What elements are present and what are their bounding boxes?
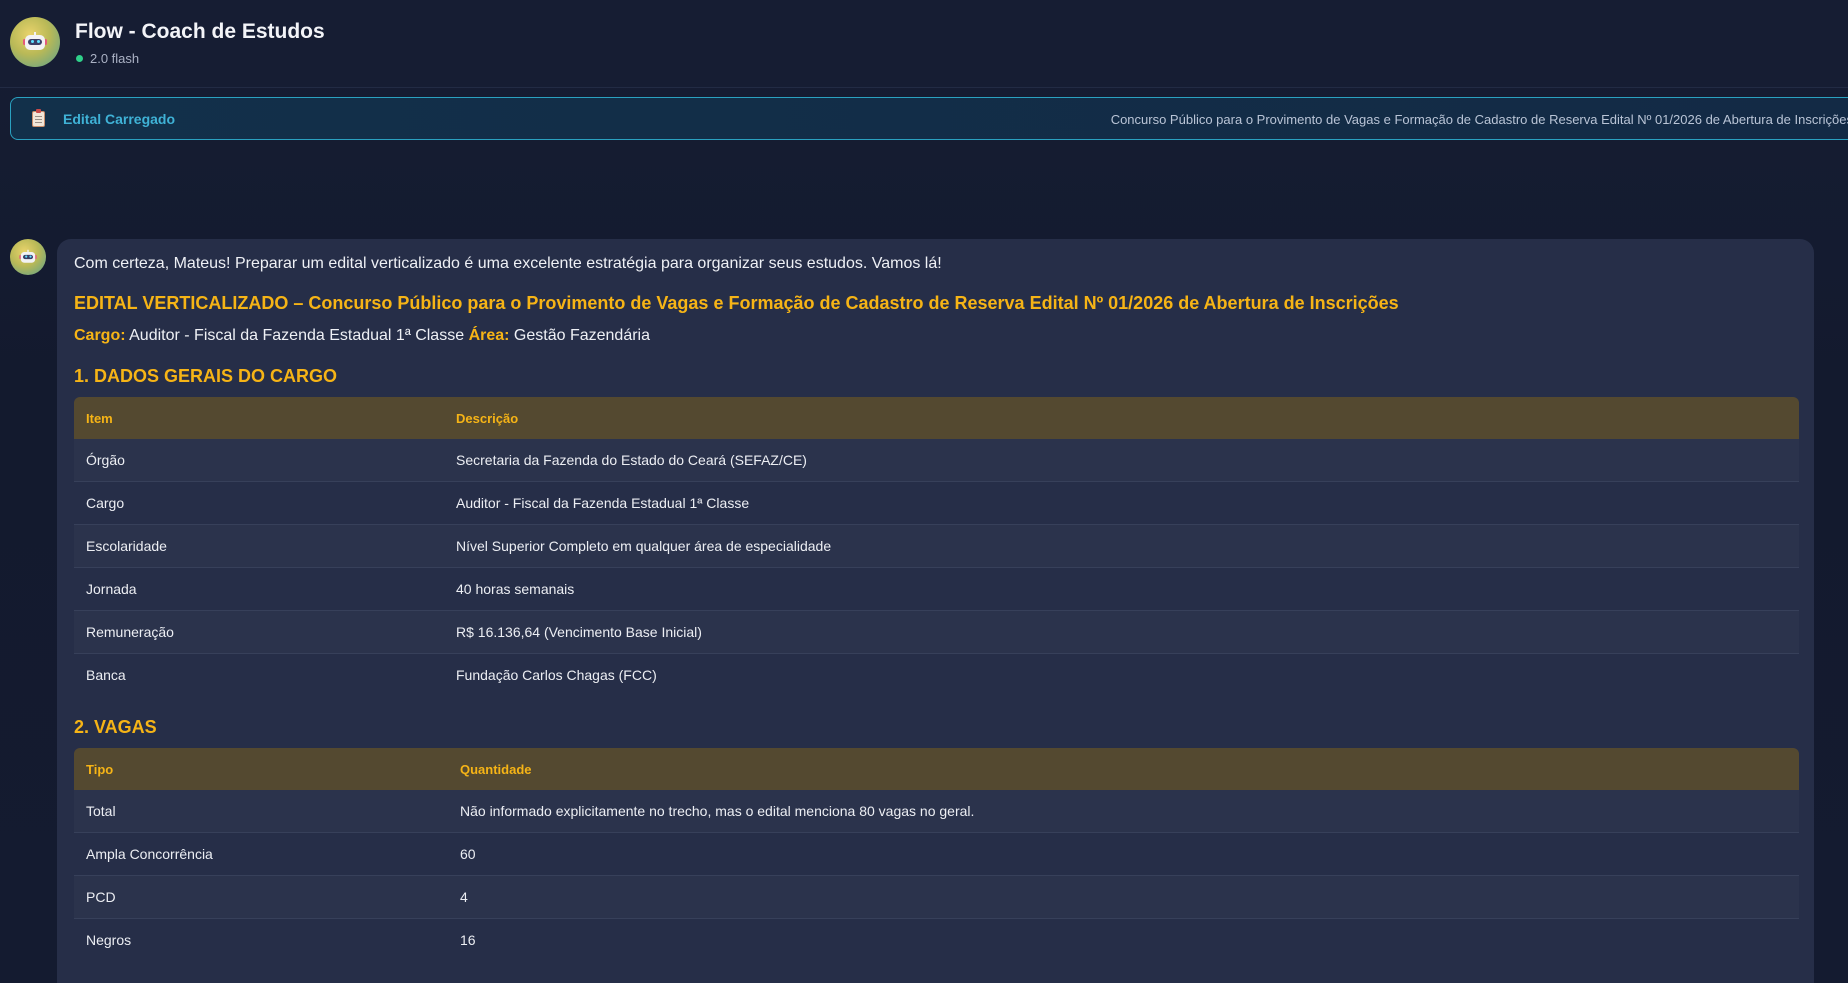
vagas-table: Tipo Quantidade Total Não informado expl… (74, 748, 1799, 961)
table-cell: 40 horas semanais (444, 568, 1799, 611)
table-cell: Banca (74, 654, 444, 696)
assistant-message: Com certeza, Mateus! Preparar um edital … (57, 239, 1814, 983)
column-header: Descrição (444, 397, 1799, 439)
cargo-value: Auditor - Fiscal da Fazenda Estadual 1ª … (129, 327, 465, 344)
message-intro: Com certeza, Mateus! Preparar um edital … (74, 255, 942, 272)
model-status[interactable]: 2.0 flash (76, 51, 139, 66)
column-header: Quantidade (448, 748, 1799, 790)
table-row: Banca Fundação Carlos Chagas (FCC) (74, 654, 1799, 696)
edital-loaded-banner[interactable]: Edital Carregado Concurso Público para o… (10, 97, 1848, 140)
app-header: Flow - Coach de Estudos 2.0 flash (0, 0, 1848, 88)
area-value: Gestão Fazendária (513, 327, 650, 344)
table-cell: Negros (74, 919, 448, 961)
section-title-dados-gerais: 1. DADOS GERAIS DO CARGO (74, 366, 338, 386)
column-header: Item (74, 397, 444, 439)
banner-label: Edital Carregado (63, 111, 176, 127)
table-cell: Órgão (74, 439, 444, 482)
table-cell: 4 (448, 876, 1799, 919)
cargo-label: Cargo: (74, 327, 126, 344)
table-cell: PCD (74, 876, 448, 919)
app-title: Flow - Coach de Estudos (75, 20, 325, 43)
table-cell: Cargo (74, 482, 444, 525)
dados-gerais-table: Item Descrição Órgão Secretaria da Fazen… (74, 397, 1799, 696)
bot-avatar (10, 17, 60, 67)
table-cell: 60 (448, 833, 1799, 876)
table-row: Negros 16 (74, 919, 1799, 961)
model-label: 2.0 flash (90, 51, 140, 66)
table-header-row: Tipo Quantidade (74, 748, 1799, 790)
robot-icon (23, 32, 47, 52)
table-row: Ampla Concorrência 60 (74, 833, 1799, 876)
table-row: Total Não informado explicitamente no tr… (74, 790, 1799, 833)
message-bot-avatar (10, 239, 46, 275)
table-cell: Jornada (74, 568, 444, 611)
cargo-area-line: Cargo: Auditor - Fiscal da Fazenda Estad… (74, 325, 1799, 347)
table-cell: Nível Superior Completo em qualquer área… (444, 525, 1799, 568)
section-title-vagas: 2. VAGAS (74, 717, 157, 737)
column-header: Tipo (74, 748, 448, 790)
edital-title: EDITAL VERTICALIZADO – Concurso Público … (74, 293, 1399, 313)
table-header-row: Item Descrição (74, 397, 1799, 439)
table-cell: R$ 16.136,64 (Vencimento Base Inicial) (444, 611, 1799, 654)
table-row: Escolaridade Nível Superior Completo em … (74, 525, 1799, 568)
table-cell: 16 (448, 919, 1799, 961)
table-cell: Ampla Concorrência (74, 833, 448, 876)
area-label: Área: (468, 327, 510, 344)
table-cell: Secretaria da Fazenda do Estado do Ceará… (444, 439, 1799, 482)
table-cell: Não informado explicitamente no trecho, … (448, 790, 1799, 833)
online-status-dot-icon (76, 55, 83, 62)
table-cell: Escolaridade (74, 525, 444, 568)
clipboard-icon (32, 109, 45, 127)
table-cell: Total (74, 790, 448, 833)
table-row: PCD 4 (74, 876, 1799, 919)
table-row: Cargo Auditor - Fiscal da Fazenda Estadu… (74, 482, 1799, 525)
robot-icon (19, 249, 37, 264)
table-cell: Auditor - Fiscal da Fazenda Estadual 1ª … (444, 482, 1799, 525)
table-row: Órgão Secretaria da Fazenda do Estado do… (74, 439, 1799, 482)
table-cell: Fundação Carlos Chagas (FCC) (444, 654, 1799, 696)
table-row: Remuneração R$ 16.136,64 (Vencimento Bas… (74, 611, 1799, 654)
table-row: Jornada 40 horas semanais (74, 568, 1799, 611)
table-cell: Remuneração (74, 611, 444, 654)
edital-document-name: Concurso Público para o Provimento de Va… (1110, 112, 1848, 127)
